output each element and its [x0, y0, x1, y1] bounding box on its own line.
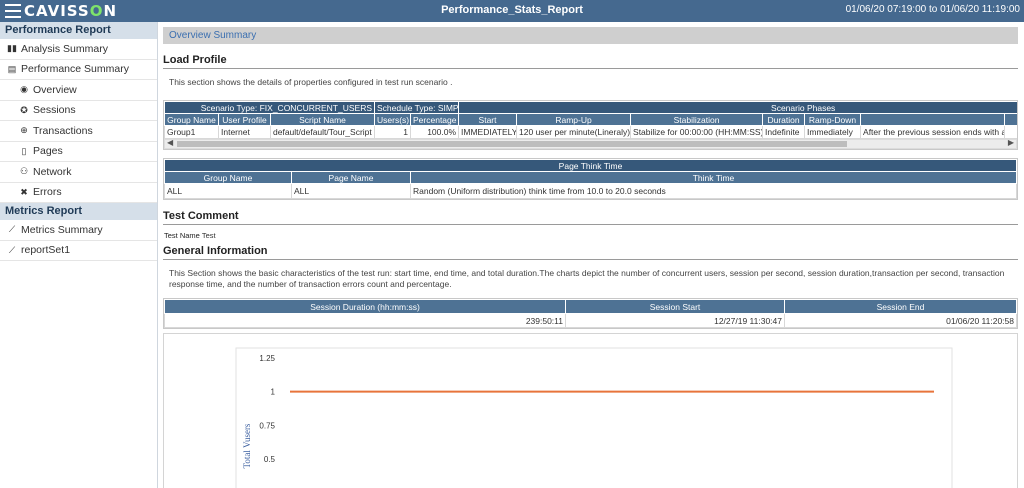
time-range: 01/06/20 07:19:00 to 01/06/20 11:19:00: [845, 4, 1020, 15]
cell: default/default/Tour_Script: [269, 125, 376, 139]
y-tick-label: 0.5: [264, 455, 276, 464]
test-comment-title: Test Comment: [163, 210, 1018, 225]
cell: [1004, 125, 1017, 139]
bar-chart-icon: ▮▮: [7, 43, 17, 54]
eye-icon: ◉: [20, 84, 28, 95]
col-header: Users(s): [374, 113, 412, 126]
col-header: Percentage: [410, 113, 460, 126]
col-header: Group Name: [164, 171, 292, 184]
col-header: Session End: [784, 299, 1017, 314]
session-table: Session Duration (hh:mm:ss) Session Star…: [164, 299, 1017, 328]
col-header: Stabilization: [630, 113, 764, 126]
cell: Indefinite: [762, 125, 806, 139]
session-duration: 239:50:11: [164, 313, 566, 328]
vusers-chart-svg: Total Vusers 1.25 1 0.75 0.5: [235, 347, 953, 488]
cell: Group1: [164, 125, 219, 139]
think-time-title: Page Think Time: [164, 159, 1017, 172]
sidebar: Performance Report ▮▮ Analysis Summary ▤ P…: [0, 22, 158, 488]
cell: After the previous session ends with a r…: [860, 125, 1006, 139]
scenario-type: Scenario Type: FIX_CONCURRENT_USERS: [164, 101, 376, 114]
sidebar-item-overview[interactable]: ◉ Overview: [0, 80, 157, 101]
schedule-type: Schedule Type: SIMPLE: [374, 101, 460, 114]
scrollbar-thumb[interactable]: [177, 141, 847, 147]
cell: 120 user per minute(Lineraly): [516, 125, 632, 139]
load-profile-table: Scenario Type: FIX_CONCURRENT_USERS Sche…: [164, 101, 1017, 139]
cell: ALL: [164, 183, 292, 199]
col-header: Think Time: [410, 171, 1017, 184]
metrics-report-header: Metrics Report: [0, 203, 157, 220]
test-name: Test Name Test: [164, 231, 216, 240]
sidebar-item-reportset1[interactable]: ⟋ reportSet1: [0, 241, 157, 261]
col-header: Duration: [762, 113, 806, 126]
col-header: Start: [458, 113, 518, 126]
y-axis-label: Total Vusers: [242, 423, 252, 468]
page-icon: ▯: [21, 145, 27, 156]
col-header: Ramp-Down: [804, 113, 862, 126]
logo: CAVISSON: [24, 2, 118, 20]
cell: 100.0%: [410, 125, 460, 139]
table-row: Group1 Internet default/default/Tour_Scr…: [164, 125, 1017, 139]
col-header: Ramp-Up: [516, 113, 632, 126]
cell: Internet: [218, 125, 271, 139]
cell: IMMEDIATELY: [458, 125, 518, 139]
general-info-title: General Information: [163, 245, 1018, 260]
col-header: [860, 113, 1006, 126]
performance-report-header: Performance Report: [0, 22, 157, 39]
cell: Immediately: [804, 125, 862, 139]
error-icon: ✖: [20, 186, 28, 197]
cell: ALL: [291, 183, 411, 199]
vusers-chart: Total Vusers 1.25 1 0.75 0.5: [163, 333, 1018, 488]
network-icon: ⚇: [19, 166, 29, 177]
sidebar-item-errors[interactable]: ✖ Errors: [0, 183, 157, 203]
session-table-wrap: Session Duration (hh:mm:ss) Session Star…: [163, 298, 1018, 329]
line-chart-icon: ⟋: [8, 224, 16, 235]
y-tick-label: 0.75: [259, 421, 275, 430]
col-header: Script Name: [269, 113, 376, 126]
cell: 1: [374, 125, 412, 139]
sidebar-item-transactions[interactable]: ⊕ Transactions: [0, 121, 157, 142]
load-profile-desc: This section shows the details of proper…: [169, 77, 453, 87]
sidebar-item-metrics-summary[interactable]: ⟋ Metrics Summary: [0, 220, 157, 241]
plot-area: [235, 347, 953, 488]
document-icon: ▤: [7, 63, 17, 74]
sidebar-item-sessions[interactable]: ✪ Sessions: [0, 101, 157, 121]
y-tick-label: 1: [271, 388, 276, 397]
cell: Random (Uniform distribution) think time…: [410, 183, 1017, 199]
scroll-right-icon[interactable]: ▶: [1008, 138, 1014, 147]
cell: Stabilize for 00:00:00 (HH:MM:SS): [630, 125, 764, 139]
y-tick-label: 1.25: [259, 354, 275, 363]
col-header: User Profile: [218, 113, 271, 126]
sidebar-item-analysis-summary[interactable]: ▮▮ Analysis Summary: [0, 39, 157, 60]
col-header: Group Name: [164, 113, 219, 126]
hamburger-menu-icon[interactable]: [5, 4, 21, 18]
col-header: Session Start: [565, 299, 785, 314]
scroll-left-icon[interactable]: ◀: [167, 138, 173, 147]
main-content: Overview Summary Load Profile This secti…: [163, 27, 1018, 488]
sidebar-item-network[interactable]: ⚇ Network: [0, 162, 157, 183]
sidebar-item-performance-summary[interactable]: ▤ Performance Summary: [0, 60, 157, 80]
think-time-table: Page Think Time Group Name Page Name Thi…: [164, 159, 1017, 199]
load-profile-table-wrap: Scenario Type: FIX_CONCURRENT_USERS Sche…: [163, 100, 1018, 150]
horizontal-scrollbar[interactable]: ◀ ▶: [164, 138, 1017, 149]
load-profile-header-row: Group Name User Profile Script Name User…: [164, 113, 1017, 126]
col-header: Se: [1004, 113, 1017, 126]
load-profile-title: Load Profile: [163, 54, 1018, 69]
general-info-desc: This Section shows the basic characteris…: [169, 268, 1005, 289]
scenario-phases: Scenario Phases: [458, 101, 1017, 114]
top-bar: CAVISSON Performance_Stats_Report 01/06/…: [0, 0, 1024, 22]
col-header: Session Duration (hh:mm:ss): [164, 299, 566, 314]
line-chart-icon: ⟋: [8, 244, 16, 255]
table-row: ALL ALL Random (Uniform distribution) th…: [164, 183, 1017, 199]
think-time-table-wrap: Page Think Time Group Name Page Name Thi…: [163, 158, 1018, 200]
sessions-icon: ✪: [20, 104, 28, 115]
overview-summary-tab[interactable]: Overview Summary: [163, 27, 1018, 44]
col-header: Page Name: [291, 171, 411, 184]
session-start: 12/27/19 11:30:47: [565, 313, 785, 328]
table-row: 239:50:11 12/27/19 11:30:47 01/06/20 11:…: [164, 313, 1017, 328]
sidebar-item-pages[interactable]: ▯ Pages: [0, 142, 157, 162]
session-end: 01/06/20 11:20:58: [784, 313, 1017, 328]
transactions-icon: ⊕: [20, 125, 28, 136]
